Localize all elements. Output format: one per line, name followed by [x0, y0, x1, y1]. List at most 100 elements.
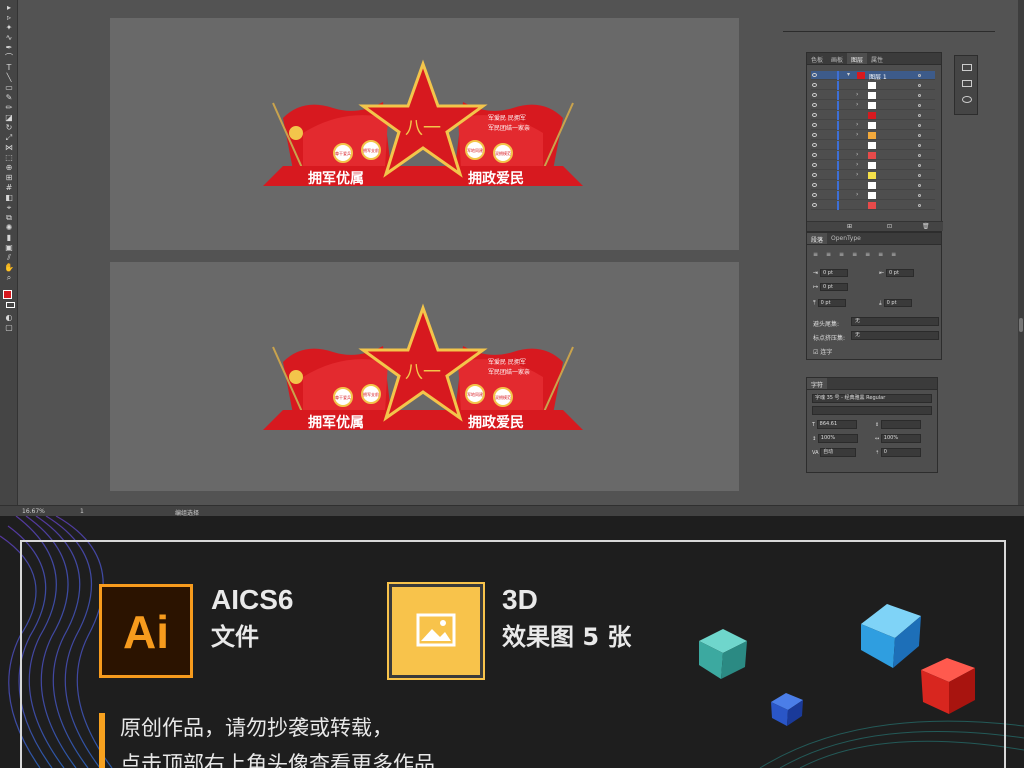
free-transform-tool-icon[interactable]: ⬚	[3, 154, 15, 162]
visibility-eye-icon[interactable]	[812, 73, 817, 77]
punct-select[interactable]: 无	[851, 331, 939, 340]
appearance-dock-icon[interactable]	[962, 96, 972, 103]
artboards-dock-icon[interactable]	[962, 80, 972, 87]
banner-left-text: 拥军优属	[308, 170, 364, 186]
medal-left-1-text: 尊干爱兵	[335, 150, 351, 156]
hanging-select[interactable]: 无	[851, 317, 939, 326]
layer-row[interactable]	[811, 141, 935, 150]
gradient-tool-icon[interactable]: ◧	[3, 194, 15, 202]
layer-name[interactable]: 图层 1	[869, 72, 887, 81]
type-tool-icon[interactable]: T	[3, 64, 15, 72]
screen-mode-icon[interactable]: ▢	[3, 324, 15, 332]
red-cube-decor	[921, 658, 975, 714]
layer-row[interactable]: ›	[811, 151, 935, 160]
zoom-tool-icon[interactable]: ⌕	[3, 274, 15, 282]
vertical-scrollbar[interactable]	[1018, 0, 1024, 505]
tab-layers[interactable]: 图层	[847, 53, 868, 64]
selection-tool-icon[interactable]: ▸	[3, 4, 15, 12]
width-tool-icon[interactable]: ⋈	[3, 144, 15, 152]
scale-h-field[interactable]: ↔ 100%	[875, 434, 921, 443]
symbol-sprayer-tool-icon[interactable]: ✺	[3, 224, 15, 232]
layer-row[interactable]: ›	[811, 121, 935, 130]
curvature-tool-icon[interactable]: ⌒	[3, 54, 15, 62]
expand-chevron-icon[interactable]: ▾	[847, 71, 850, 78]
paintbrush-tool-icon[interactable]: ✎	[3, 94, 15, 102]
tab-opentype[interactable]: OpenType	[827, 233, 865, 244]
magic-wand-tool-icon[interactable]: ✦	[3, 24, 15, 32]
layers-dock-icon[interactable]	[962, 64, 972, 71]
shape-builder-tool-icon[interactable]: ⊕	[3, 164, 15, 172]
note-line-2: 点击顶部右上角头像查看更多作品	[120, 752, 435, 768]
baseline-field[interactable]: ⇡ 0	[875, 448, 921, 457]
medal-left-2-text: 拥军支前	[363, 147, 379, 153]
font-size-field[interactable]: T 864.61	[812, 420, 857, 429]
hanging-label: 避头尾集:	[813, 321, 840, 328]
lasso-tool-icon[interactable]: ∿	[3, 34, 15, 42]
layer-row[interactable]	[811, 201, 935, 210]
layer-row[interactable]: ›	[811, 191, 935, 200]
blend-tool-icon[interactable]: ⧉	[3, 214, 15, 222]
font-family-select[interactable]: 字魂 35 号 - 经典雅黑 Regular	[812, 394, 932, 403]
layers-panel-footer: ⊞ ⊡ 🗑	[807, 221, 943, 231]
artboard-1[interactable]: 八一 尊干爱兵 拥军支前 军地同建 双拥模范 军爱民 民拥军 军民团结一家亲 拥…	[110, 18, 739, 250]
artboard-tool-icon[interactable]: ▣	[3, 244, 15, 252]
stroke-color-swatch[interactable]	[3, 302, 15, 310]
layer-row[interactable]: ›	[811, 91, 935, 100]
perspective-grid-tool-icon[interactable]: ⊞	[3, 174, 15, 182]
layer-row-top[interactable]: ▾ 图层 1	[811, 71, 935, 81]
draw-mode-icon[interactable]: ◐	[3, 314, 15, 322]
punct-label: 标点挤压集:	[813, 335, 846, 342]
layer-row[interactable]: ›	[811, 171, 935, 180]
first-line-indent-field[interactable]: ↦ 0 pt	[813, 283, 849, 291]
align-buttons[interactable]: ≡≡≡≡≡≡≡	[813, 251, 904, 258]
ai-version-title: AICS6	[211, 584, 294, 615]
tab-properties[interactable]: 属性	[867, 53, 887, 64]
zoom-level[interactable]: 16.67%	[22, 508, 45, 515]
fill-color-swatch[interactable]	[3, 290, 15, 300]
banner-left-text-copy: 拥军优属	[308, 414, 364, 430]
panel-dock-divider	[783, 31, 995, 32]
eraser-tool-icon[interactable]: ◪	[3, 114, 15, 122]
trash-icon[interactable]: 🗑	[922, 223, 930, 230]
layer-row[interactable]: ›	[811, 101, 935, 110]
font-style-select[interactable]	[812, 406, 932, 415]
leading-field[interactable]: ⇕	[875, 420, 921, 429]
slice-tool-icon[interactable]: ⫽	[3, 254, 15, 262]
line-tool-icon[interactable]: ╲	[3, 74, 15, 82]
pen-tool-icon[interactable]: ✒	[3, 44, 15, 52]
hyphenate-checkbox[interactable]: ☑ 连字	[813, 347, 832, 356]
column-graph-tool-icon[interactable]: ▮	[3, 234, 15, 242]
layer-row[interactable]	[811, 81, 935, 90]
layer-row[interactable]: ›	[811, 131, 935, 140]
direct-selection-tool-icon[interactable]: ▹	[3, 14, 15, 22]
new-layer-icon[interactable]: ⊡	[887, 223, 892, 230]
scale-tool-icon[interactable]: ⤢	[3, 134, 15, 142]
promo-banner: Ai AICS6 文件 3D 效果图 5 张 原创作品，请勿抄袭或转载， 点击顶…	[0, 516, 1024, 768]
eyedropper-tool-icon[interactable]: ⌖	[3, 204, 15, 212]
tab-artboards[interactable]: 画板	[827, 53, 847, 64]
tab-paragraph[interactable]: 段落	[807, 233, 828, 244]
pencil-tool-icon[interactable]: ✏	[3, 104, 15, 112]
artboard-number[interactable]: 1	[80, 508, 84, 515]
new-sublayer-icon[interactable]: ⊞	[847, 223, 852, 230]
space-after-field[interactable]: ⤓ 0 pt	[879, 299, 912, 308]
collapsed-panel-dock	[954, 55, 978, 115]
tracking-field[interactable]: VA 自动	[812, 448, 857, 457]
layer-row[interactable]	[811, 111, 935, 120]
layer-row[interactable]: ›	[811, 161, 935, 170]
layer-row[interactable]	[811, 181, 935, 190]
layers-panel: 色板 画板 图层 属性 ▾ 图层 1 › › › › › › › › ⊞ ⊡ 🗑	[806, 52, 943, 232]
space-before-field[interactable]: ⤒ 0 pt	[813, 299, 846, 308]
rectangle-tool-icon[interactable]: ▭	[3, 84, 15, 92]
blue-cube-decor	[861, 604, 921, 668]
scale-v-field[interactable]: ↕ 100%	[812, 434, 858, 443]
artboard-2[interactable]: 八一 尊干爱兵 拥军支前 军地同建 双拥模范 军爱民 民拥军 军民团结一家亲 拥…	[110, 262, 739, 491]
rotate-tool-icon[interactable]: ↻	[3, 124, 15, 132]
tab-character[interactable]: 字符	[807, 378, 828, 389]
tab-swatches[interactable]: 色板	[807, 53, 827, 64]
indent-right-field[interactable]: ⇤ 0 pt	[879, 269, 915, 277]
image-icon	[387, 582, 485, 680]
hand-tool-icon[interactable]: ✋	[3, 264, 15, 272]
mesh-tool-icon[interactable]: #	[3, 184, 15, 192]
indent-left-field[interactable]: ⇥ 0 pt	[813, 269, 849, 277]
